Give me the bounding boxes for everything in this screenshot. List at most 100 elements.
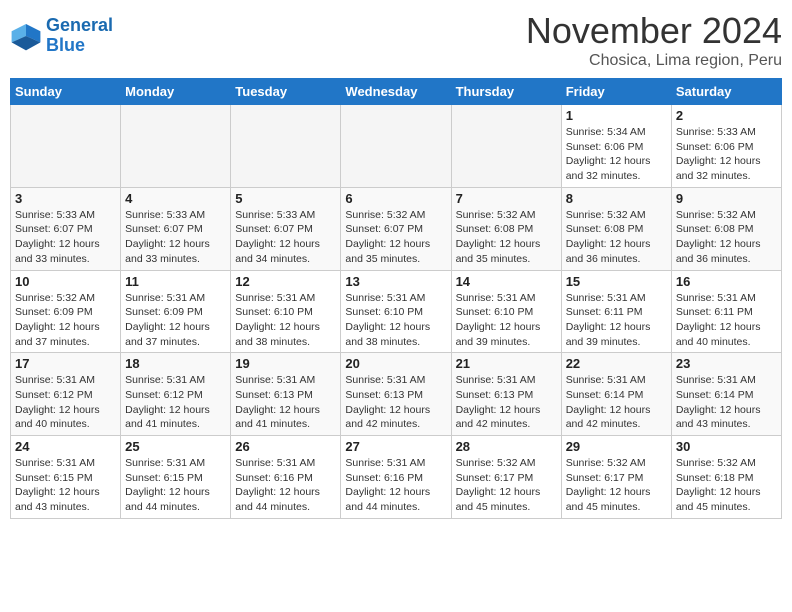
sunrise-label: Sunrise: (125, 374, 164, 386)
day-info: Sunrise: 5:33 AMSunset: 6:07 PMDaylight:… (235, 208, 336, 267)
sunrise-value: 5:31 AM (717, 292, 756, 304)
sunset-label: Sunset: (566, 389, 602, 401)
calendar-cell (451, 105, 561, 188)
sunrise-value: 5:31 AM (497, 374, 536, 386)
calendar-cell: 24Sunrise: 5:31 AMSunset: 6:15 PMDayligh… (11, 436, 121, 519)
day-number: 18 (125, 356, 226, 371)
sunset-value: 6:08 PM (494, 223, 533, 235)
day-info: Sunrise: 5:33 AMSunset: 6:07 PMDaylight:… (15, 208, 116, 267)
day-number: 19 (235, 356, 336, 371)
sunset-label: Sunset: (345, 223, 381, 235)
sunset-label: Sunset: (15, 389, 51, 401)
sunset-value: 6:07 PM (54, 223, 93, 235)
calendar-cell: 10Sunrise: 5:32 AMSunset: 6:09 PMDayligh… (11, 270, 121, 353)
daylight-label: Daylight: (566, 238, 607, 250)
day-number: 4 (125, 191, 226, 206)
sunrise-value: 5:31 AM (277, 374, 316, 386)
weekday-header-thursday: Thursday (451, 79, 561, 105)
sunset-label: Sunset: (676, 141, 712, 153)
day-number: 2 (676, 108, 777, 123)
day-number: 16 (676, 274, 777, 289)
sunrise-label: Sunrise: (456, 209, 495, 221)
daylight-label: Daylight: (15, 321, 56, 333)
calendar-cell (11, 105, 121, 188)
calendar-cell: 1Sunrise: 5:34 AMSunset: 6:06 PMDaylight… (561, 105, 671, 188)
sunrise-value: 5:32 AM (56, 292, 95, 304)
day-number: 7 (456, 191, 557, 206)
calendar-cell: 19Sunrise: 5:31 AMSunset: 6:13 PMDayligh… (231, 353, 341, 436)
sunrise-value: 5:33 AM (277, 209, 316, 221)
sunset-value: 6:10 PM (274, 306, 313, 318)
calendar-cell: 6Sunrise: 5:32 AMSunset: 6:07 PMDaylight… (341, 187, 451, 270)
day-info: Sunrise: 5:31 AMSunset: 6:15 PMDaylight:… (125, 456, 226, 515)
sunset-value: 6:11 PM (604, 306, 642, 318)
sunrise-value: 5:33 AM (56, 209, 95, 221)
daylight-label: Daylight: (345, 321, 386, 333)
sunset-label: Sunset: (566, 223, 602, 235)
sunset-value: 6:07 PM (384, 223, 423, 235)
sunrise-value: 5:31 AM (277, 457, 316, 469)
day-info: Sunrise: 5:31 AMSunset: 6:16 PMDaylight:… (345, 456, 446, 515)
calendar-cell: 8Sunrise: 5:32 AMSunset: 6:08 PMDaylight… (561, 187, 671, 270)
day-info: Sunrise: 5:31 AMSunset: 6:13 PMDaylight:… (345, 373, 446, 432)
calendar-cell (341, 105, 451, 188)
sunset-value: 6:09 PM (54, 306, 93, 318)
daylight-label: Daylight: (15, 238, 56, 250)
calendar-header-row: SundayMondayTuesdayWednesdayThursdayFrid… (11, 79, 782, 105)
sunset-value: 6:15 PM (164, 472, 203, 484)
day-number: 3 (15, 191, 116, 206)
calendar-cell: 16Sunrise: 5:31 AMSunset: 6:11 PMDayligh… (671, 270, 781, 353)
sunrise-label: Sunrise: (456, 374, 495, 386)
sunset-label: Sunset: (345, 389, 381, 401)
sunrise-label: Sunrise: (456, 292, 495, 304)
sunset-value: 6:14 PM (604, 389, 643, 401)
sunset-label: Sunset: (345, 472, 381, 484)
day-number: 10 (15, 274, 116, 289)
sunrise-label: Sunrise: (676, 457, 715, 469)
day-number: 27 (345, 439, 446, 454)
day-number: 24 (15, 439, 116, 454)
header: General Blue November 2024 Chosica, Lima… (10, 10, 782, 70)
daylight-label: Daylight: (125, 486, 166, 498)
daylight-label: Daylight: (15, 404, 56, 416)
sunrise-label: Sunrise: (125, 209, 164, 221)
calendar-cell: 23Sunrise: 5:31 AMSunset: 6:14 PMDayligh… (671, 353, 781, 436)
sunset-value: 6:07 PM (274, 223, 313, 235)
sunset-label: Sunset: (15, 306, 51, 318)
calendar-week-4: 17Sunrise: 5:31 AMSunset: 6:12 PMDayligh… (11, 353, 782, 436)
day-info: Sunrise: 5:32 AMSunset: 6:08 PMDaylight:… (456, 208, 557, 267)
daylight-label: Daylight: (566, 321, 607, 333)
sunset-label: Sunset: (676, 389, 712, 401)
sunset-label: Sunset: (125, 472, 161, 484)
calendar-cell: 9Sunrise: 5:32 AMSunset: 6:08 PMDaylight… (671, 187, 781, 270)
sunset-value: 6:06 PM (604, 141, 643, 153)
sunrise-label: Sunrise: (345, 457, 384, 469)
day-info: Sunrise: 5:31 AMSunset: 6:14 PMDaylight:… (566, 373, 667, 432)
logo-icon (10, 20, 42, 52)
calendar-cell (231, 105, 341, 188)
sunrise-value: 5:32 AM (497, 209, 536, 221)
sunrise-value: 5:34 AM (607, 126, 646, 138)
sunset-value: 6:07 PM (164, 223, 203, 235)
day-number: 8 (566, 191, 667, 206)
daylight-label: Daylight: (235, 486, 276, 498)
sunrise-label: Sunrise: (676, 374, 715, 386)
daylight-label: Daylight: (235, 404, 276, 416)
calendar-cell: 14Sunrise: 5:31 AMSunset: 6:10 PMDayligh… (451, 270, 561, 353)
day-info: Sunrise: 5:31 AMSunset: 6:10 PMDaylight:… (345, 291, 446, 350)
day-info: Sunrise: 5:33 AMSunset: 6:06 PMDaylight:… (676, 125, 777, 184)
day-number: 5 (235, 191, 336, 206)
daylight-label: Daylight: (345, 486, 386, 498)
sunset-value: 6:13 PM (274, 389, 313, 401)
daylight-label: Daylight: (566, 404, 607, 416)
sunrise-label: Sunrise: (235, 374, 274, 386)
sunrise-value: 5:31 AM (387, 374, 426, 386)
sunset-label: Sunset: (15, 472, 51, 484)
day-info: Sunrise: 5:32 AMSunset: 6:17 PMDaylight:… (566, 456, 667, 515)
sunrise-label: Sunrise: (676, 209, 715, 221)
daylight-label: Daylight: (456, 486, 497, 498)
sunrise-value: 5:32 AM (607, 209, 646, 221)
day-number: 26 (235, 439, 336, 454)
sunrise-label: Sunrise: (676, 292, 715, 304)
sunrise-label: Sunrise: (125, 457, 164, 469)
